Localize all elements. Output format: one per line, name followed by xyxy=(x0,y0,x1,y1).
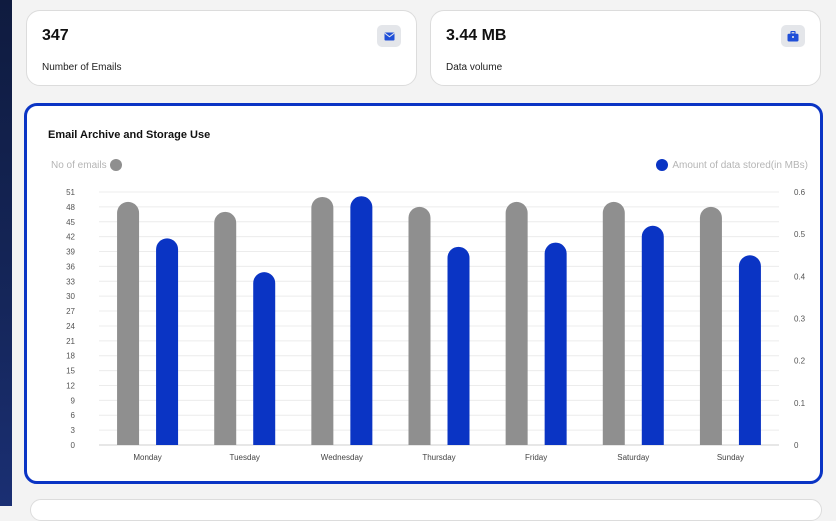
y-left-tick-label: 6 xyxy=(71,411,76,420)
bar-data-stored[interactable] xyxy=(350,196,373,445)
emails-label: Number of Emails xyxy=(42,62,122,73)
briefcase-button[interactable] xyxy=(781,25,805,47)
y-left-tick-label: 33 xyxy=(66,277,75,286)
x-tick-label: Saturday xyxy=(617,453,649,462)
data-volume-stat-card: 3.44 MB Data volume xyxy=(430,10,821,86)
y-right-tick-label: 0.2 xyxy=(794,357,806,366)
envelope-icon xyxy=(383,32,395,40)
x-tick-label: Wednesday xyxy=(321,453,363,462)
emails-count: 347 xyxy=(42,27,69,44)
bar-emails[interactable] xyxy=(699,206,722,445)
y-left-tick-label: 42 xyxy=(66,233,75,242)
y-right-tick-label: 0 xyxy=(794,441,799,450)
bar-emails[interactable] xyxy=(214,211,237,445)
y-left-tick-label: 51 xyxy=(66,188,75,197)
y-left-tick-label: 9 xyxy=(71,396,76,405)
bar-chart: 514845423936333027242118151296300.60.50.… xyxy=(66,188,806,462)
y-left-tick-label: 0 xyxy=(71,441,76,450)
y-left-tick-label: 3 xyxy=(71,426,76,435)
y-left-tick-label: 12 xyxy=(66,381,75,390)
emails-stat-card: 347 Number of Emails xyxy=(26,10,417,86)
bar-data-stored[interactable] xyxy=(253,272,276,445)
y-right-tick-label: 0.1 xyxy=(794,399,806,408)
bar-emails[interactable] xyxy=(505,201,528,445)
bar-emails[interactable] xyxy=(311,196,334,445)
x-tick-label: Monday xyxy=(133,453,161,462)
y-left-tick-label: 21 xyxy=(66,337,75,346)
data-volume-value: 3.44 MB xyxy=(446,27,507,44)
x-tick-label: Thursday xyxy=(422,453,455,462)
background-strip xyxy=(0,0,12,506)
y-left-tick-label: 36 xyxy=(66,262,75,271)
y-left-tick-label: 27 xyxy=(66,307,75,316)
briefcase-icon xyxy=(787,30,799,41)
y-left-tick-label: 30 xyxy=(66,292,75,301)
y-left-tick-label: 18 xyxy=(66,352,75,361)
x-tick-label: Friday xyxy=(525,453,547,462)
bar-data-stored[interactable] xyxy=(641,225,664,445)
y-right-tick-label: 0.6 xyxy=(794,188,806,197)
bar-emails[interactable] xyxy=(117,201,140,445)
y-left-tick-label: 24 xyxy=(66,322,75,331)
email-archive-chart-card: Email Archive and Storage Use No of emai… xyxy=(24,103,823,484)
bar-data-stored[interactable] xyxy=(156,238,179,445)
y-left-tick-label: 39 xyxy=(66,248,75,257)
bar-emails[interactable] xyxy=(408,206,431,445)
x-tick-label: Sunday xyxy=(717,453,744,462)
bar-data-stored[interactable] xyxy=(544,242,567,445)
y-right-tick-label: 0.3 xyxy=(794,315,806,324)
bar-data-stored[interactable] xyxy=(738,255,761,445)
bar-data-stored[interactable] xyxy=(447,246,470,445)
data-volume-label: Data volume xyxy=(446,62,503,73)
y-left-tick-label: 48 xyxy=(66,203,75,212)
next-card xyxy=(30,499,822,521)
y-right-tick-label: 0.4 xyxy=(794,272,806,281)
x-tick-label: Tuesday xyxy=(230,453,260,462)
y-right-tick-label: 0.5 xyxy=(794,230,806,239)
y-left-tick-label: 15 xyxy=(66,367,75,376)
envelope-button[interactable] xyxy=(377,25,401,47)
bar-emails[interactable] xyxy=(602,201,625,445)
y-left-tick-label: 45 xyxy=(66,218,75,227)
